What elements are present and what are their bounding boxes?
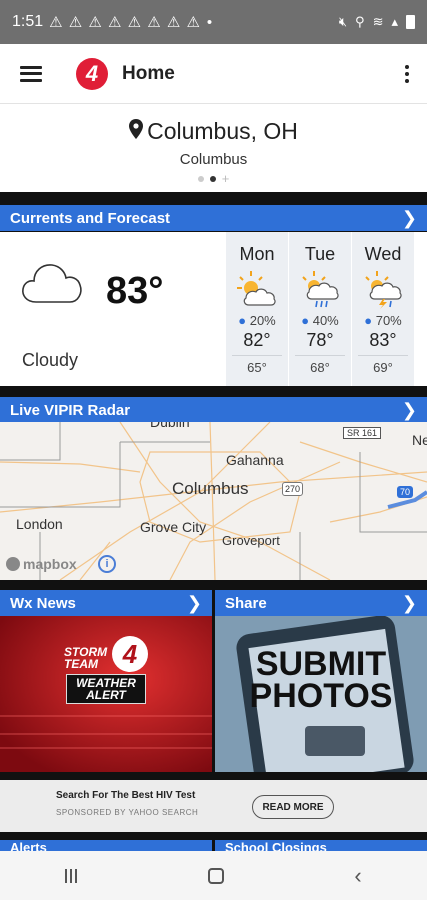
page-dot	[197, 176, 204, 182]
system-icons: 🔇︎ ⚲ ≋ ▴	[339, 14, 415, 30]
precip-value: 40%	[312, 313, 339, 328]
divider	[358, 355, 408, 356]
map-label: 70	[397, 486, 414, 498]
section-title: Live VIPIR Radar	[10, 401, 131, 419]
signal-icon: ▴	[391, 14, 398, 29]
raindrop-icon: ●	[238, 313, 247, 328]
location-subtitle: Columbus	[179, 151, 248, 168]
system-nav-bar: ‹	[0, 851, 427, 900]
dot-icon: •	[206, 13, 214, 31]
submit-photos-tile[interactable]: SUBMIT PHOTOS	[215, 616, 427, 772]
current-temperature: 83°	[106, 270, 164, 312]
location-icon: ⚲	[355, 14, 365, 29]
map-label: Groveport	[222, 533, 280, 548]
radar-header[interactable]: Live VIPIR Radar ❯	[0, 397, 427, 423]
map-label: Gahanna	[226, 452, 284, 468]
wx-news-header[interactable]: Wx News ❯	[0, 590, 212, 616]
page-dot-active	[209, 176, 216, 182]
ad-sponsor: SPONSORED BY YAHOO SEARCH	[56, 808, 199, 817]
raindrop-icon: ●	[364, 313, 373, 328]
chevron-right-icon: ❯	[401, 207, 417, 228]
submit-photos-text: SUBMIT PHOTOS	[215, 645, 427, 715]
map-label: Columbus	[172, 479, 249, 498]
mapbox-label: mapbox	[23, 556, 77, 572]
low-temp: 65°	[247, 360, 267, 375]
rain-sun-icon	[289, 269, 351, 313]
location-pin-icon	[129, 119, 144, 144]
chevron-right-icon: ❯	[186, 592, 202, 613]
map-label: Dublin	[150, 422, 190, 430]
submit-text: SUBMIT	[255, 645, 387, 683]
precip-value: 70%	[375, 313, 402, 328]
station-number-badge: 4	[112, 636, 148, 672]
status-bar: 1:51 ⚠ ⚠ ⚠ ⚠ ⚠ ⚠ ⚠ ⚠ • 🔇︎ ⚲ ≋ ▴	[0, 0, 427, 44]
chevron-right-icon: ❯	[401, 592, 417, 613]
warning-icons: ⚠ ⚠ ⚠ ⚠ ⚠ ⚠ ⚠ ⚠	[49, 14, 201, 31]
precip-chance: ● 40%	[289, 313, 351, 328]
info-icon[interactable]: i	[98, 555, 116, 573]
battery-icon	[406, 15, 415, 29]
radar-map[interactable]: Dublin Gahanna Columbus London Grove Cit…	[0, 422, 427, 580]
status-time: 1:51	[12, 13, 44, 30]
low-temp: 68°	[310, 360, 330, 375]
share-header[interactable]: Share ❯	[215, 590, 427, 616]
current-condition: Cloudy	[22, 350, 79, 370]
station-logo: 4	[76, 57, 108, 90]
precip-value: 20%	[249, 313, 276, 328]
currents-forecast-header[interactable]: Currents and Forecast ❯	[0, 205, 427, 231]
precip-chance: ● 20%	[226, 313, 288, 328]
recents-icon[interactable]	[65, 868, 78, 883]
chevron-right-icon: ❯	[401, 399, 417, 420]
thunderstorm-sun-icon	[352, 269, 414, 313]
cloud-icon	[20, 256, 86, 311]
high-temp: 78°	[306, 330, 334, 350]
read-more-button[interactable]: READ MORE	[252, 795, 334, 819]
location-panel[interactable]: Columbus, OH Columbus +	[0, 104, 427, 192]
wifi-icon: ≋	[372, 14, 384, 29]
forecast-day[interactable]: Wed ● 70% 83° 69°	[352, 232, 414, 386]
high-temp: 82°	[243, 330, 271, 350]
forecast-day[interactable]: Tue ● 40% 78° 68°	[289, 232, 351, 386]
day-name: Tue	[304, 244, 336, 264]
page-title: Home	[122, 62, 175, 84]
storm-team-logo: STORM TEAM	[64, 646, 107, 670]
forecast-day[interactable]: Mon ● 20% 82° 65°	[226, 232, 288, 386]
partly-cloudy-icon	[226, 269, 288, 313]
low-temp: 69°	[373, 360, 393, 375]
team-text: TEAM	[64, 657, 98, 671]
photos-text: PHOTOS	[249, 677, 393, 715]
location-name: Columbus, OH	[147, 118, 298, 144]
menu-icon[interactable]	[20, 65, 42, 82]
add-location-icon[interactable]: +	[222, 172, 230, 185]
high-temp: 83°	[369, 330, 397, 350]
sponsored-ad[interactable]: Search For The Best HIV Test SPONSORED B…	[0, 780, 427, 832]
home-icon[interactable]	[207, 867, 224, 884]
mapbox-attribution[interactable]: mapbox	[6, 556, 77, 572]
precip-chance: ● 70%	[352, 313, 414, 328]
alert-text: ALERT	[86, 688, 126, 702]
day-name: Wed	[364, 244, 402, 264]
section-title: Share	[225, 594, 267, 612]
divider	[295, 355, 345, 356]
forecast-panel[interactable]: 83° Cloudy Mon ● 20% 82° 65° Tue ● 40% 7…	[0, 232, 427, 386]
page-indicator: +	[0, 172, 427, 185]
raindrop-icon: ●	[301, 313, 310, 328]
map-label: SR 161	[343, 427, 382, 439]
mute-icon: 🔇︎	[338, 14, 348, 29]
map-label: London	[16, 516, 63, 532]
overflow-menu-icon[interactable]	[405, 64, 409, 83]
section-title: Currents and Forecast	[10, 209, 171, 227]
weather-alert-tile[interactable]: STORM TEAM 4 WEATHER ALERT	[0, 616, 212, 772]
weather-alert-badge: WEATHER ALERT	[66, 674, 146, 704]
map-label: Ne	[412, 432, 427, 448]
back-icon[interactable]: ‹	[354, 863, 361, 889]
map-label: 270	[282, 482, 304, 496]
section-title: Wx News	[10, 594, 76, 612]
map-label: Grove City	[140, 519, 207, 535]
mapbox-logo-icon	[6, 557, 20, 571]
divider	[232, 355, 282, 356]
ad-headline: Search For The Best HIV Test	[56, 790, 196, 801]
app-bar: 4 Home	[0, 44, 427, 104]
day-name: Mon	[239, 244, 275, 264]
